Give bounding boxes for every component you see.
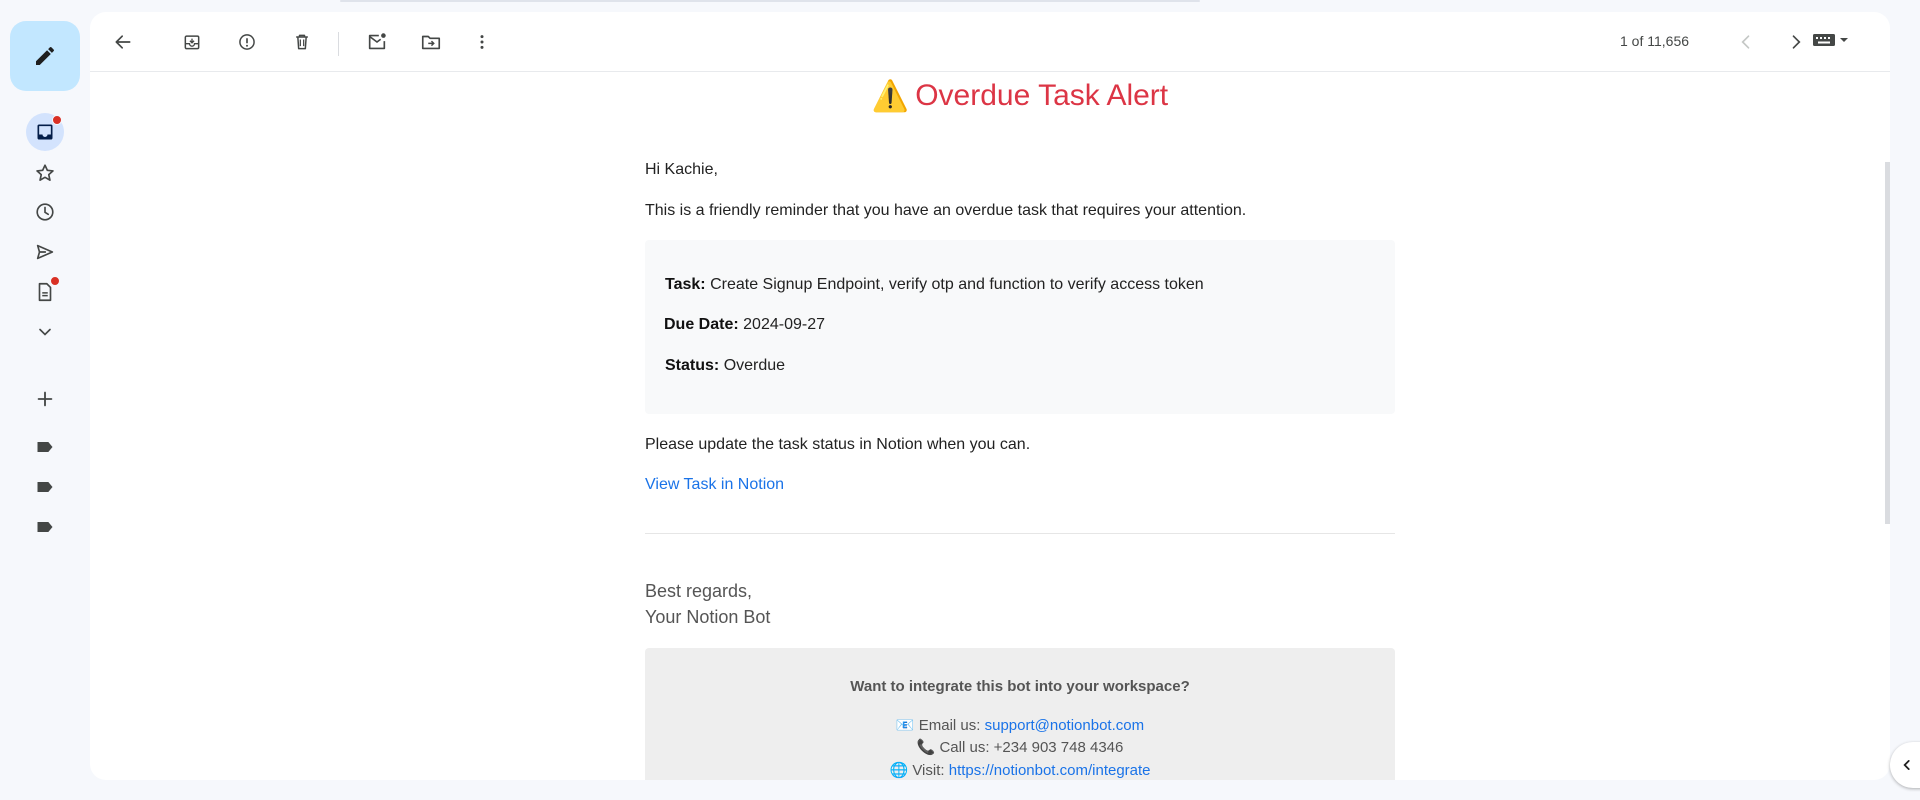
older-button[interactable] [1778, 24, 1814, 60]
inbox-icon [37, 124, 53, 140]
alert-title-text: Overdue Task Alert [915, 79, 1169, 112]
task-value: Create Signup Endpoint, verify otp and f… [710, 276, 1204, 293]
newer-button[interactable] [1728, 24, 1764, 60]
phone-emoji-icon: 📞 [916, 739, 936, 756]
star-icon [36, 164, 54, 181]
email-body: ⚠️ Overdue Task Alert Hi Kachie, This is… [645, 74, 1395, 780]
report-spam-button[interactable] [229, 24, 265, 60]
archive-button[interactable] [174, 24, 210, 60]
sidebar-label-1[interactable] [26, 428, 64, 466]
back-arrow-icon [115, 35, 131, 49]
due-date-label: Due Date: [664, 316, 739, 333]
keyboard-icon [1813, 34, 1835, 46]
plus-icon [37, 391, 53, 407]
toolbar-divider [338, 32, 339, 56]
left-rail [0, 0, 90, 800]
warning-icon: ⚠️ [871, 79, 910, 113]
sidebar-item-drafts[interactable] [26, 273, 64, 311]
delete-button[interactable] [284, 24, 320, 60]
sender-name: Your Notion Bot [645, 607, 771, 627]
chevron-down-icon [39, 328, 51, 336]
view-task-link[interactable]: View Task in Notion [645, 476, 784, 494]
archive-icon [184, 35, 200, 50]
divider [645, 533, 1395, 534]
message-toolbar: 1 of 11,656 [90, 12, 1890, 72]
compose-button[interactable] [10, 21, 80, 91]
greeting: Hi Kachie, [645, 161, 718, 178]
visit-label: Visit: [912, 762, 945, 779]
update-text: Please update the task status in Notion … [645, 436, 1031, 453]
integrate-link[interactable]: https://notionbot.com/integrate [949, 762, 1151, 779]
phone-text: Call us: +234 903 748 4346 [939, 739, 1124, 756]
sidebar-item-starred[interactable] [26, 154, 64, 192]
pencil-icon [36, 46, 55, 65]
mark-unread-icon [368, 33, 386, 50]
move-to-button[interactable] [413, 24, 449, 60]
email-label: Email us: [918, 717, 981, 734]
side-panel-toggle[interactable] [1890, 742, 1920, 788]
email-footer: Want to integrate this bot into your wor… [645, 648, 1395, 780]
sidebar-label-2[interactable] [26, 468, 64, 506]
sidebar-item-inbox[interactable] [26, 113, 64, 151]
more-options-button[interactable] [464, 24, 500, 60]
task-row: Task: Create Signup Endpoint, verify otp… [665, 276, 1204, 294]
scrollbar-thumb[interactable] [1885, 162, 1890, 524]
sidebar-item-more[interactable] [26, 313, 64, 351]
back-button[interactable] [105, 24, 141, 60]
label-icon [37, 442, 53, 452]
delete-icon [296, 34, 308, 50]
footer-phone-line: 📞 Call us: +234 903 748 4346 [645, 738, 1395, 756]
drafts-badge [50, 276, 60, 286]
create-label-button[interactable] [26, 380, 64, 418]
footer-question: Want to integrate this bot into your wor… [850, 678, 1190, 695]
label-icon [37, 522, 53, 532]
chevron-left-icon [1741, 35, 1750, 49]
support-email-link[interactable]: support@notionbot.com [985, 717, 1145, 734]
label-icon [37, 482, 53, 492]
task-label: Task: [665, 276, 706, 293]
more-vert-icon [480, 35, 484, 49]
sidebar-item-sent[interactable] [26, 233, 64, 271]
search-bar-shadow [340, 0, 1200, 2]
input-tools-button[interactable] [1812, 32, 1850, 48]
chevron-left-icon [1903, 760, 1910, 770]
status-label: Status: [665, 357, 720, 374]
message-panel: 1 of 11,656 ⚠️ Overdue Task Alert Hi Kac… [90, 12, 1890, 780]
report-spam-icon [239, 34, 255, 50]
due-date-value: 2024-09-27 [743, 316, 825, 333]
regards-text: Best regards, [645, 581, 753, 601]
caret-down-icon [1840, 38, 1848, 42]
status-row: Status: Overdue [665, 357, 785, 375]
sidebar-item-snoozed[interactable] [26, 193, 64, 231]
clock-icon [36, 203, 54, 221]
intro-text: This is a friendly reminder that you hav… [645, 202, 1247, 219]
send-icon [36, 244, 54, 260]
email-emoji-icon: 📧 [895, 717, 915, 734]
pagination-count: 1 of 11,656 [1620, 33, 1690, 49]
due-date-row: Due Date: 2024-09-27 [664, 316, 825, 334]
status-value: Overdue [723, 357, 786, 374]
footer-email-line: 📧 Email us: support@notionbot.com [645, 716, 1395, 734]
alert-heading: ⚠️ Overdue Task Alert [645, 74, 1395, 118]
footer-visit-line: 🌐 Visit: https://notionbot.com/integrate [645, 761, 1395, 779]
globe-emoji-icon: 🌐 [889, 762, 909, 779]
sidebar-label-3[interactable] [26, 508, 64, 546]
chevron-right-icon [1792, 35, 1801, 49]
task-details-box: Task: Create Signup Endpoint, verify otp… [645, 240, 1395, 414]
unread-badge [52, 115, 62, 125]
move-to-icon [421, 35, 441, 50]
mark-unread-button[interactable] [359, 24, 395, 60]
